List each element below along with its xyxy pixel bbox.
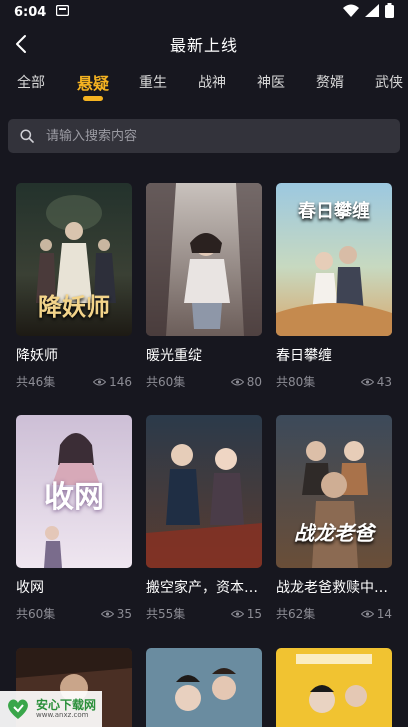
status-bar: 6:04 (0, 0, 408, 24)
eye-icon (93, 378, 107, 385)
drama-meta: 共60集 80 (146, 373, 262, 390)
drama-card[interactable]: 暖光重绽 共60集 80 (146, 183, 262, 415)
header: 最新上线 (0, 24, 408, 64)
drama-card[interactable]: 收网 收网 共60集 35 (16, 415, 132, 647)
tab-suspense[interactable]: 悬疑 (75, 64, 111, 101)
tab-divine-doctor[interactable]: 神医 (256, 64, 286, 92)
drama-meta: 共46集 146 (16, 373, 132, 390)
watermark-title: 安心下载网 (36, 697, 97, 712)
episode-count: 共46集 (16, 375, 56, 389)
search-input[interactable] (44, 127, 368, 145)
episode-count: 共60集 (146, 375, 186, 389)
eye-icon (100, 610, 114, 617)
poster-title-art: 春日攀缠 (298, 201, 370, 222)
drama-card[interactable]: 战龙老爸 战龙老爸救赎中… 共62集 14 (276, 415, 392, 647)
view-count-value: 35 (116, 606, 132, 621)
category-tabs: 全部 悬疑 重生 战神 神医 赘婿 武侠 (0, 64, 408, 106)
view-count: 14 (360, 606, 392, 621)
tab-rebirth[interactable]: 重生 (138, 64, 168, 92)
tab-war-god[interactable]: 战神 (197, 64, 227, 92)
drama-meta: 共55集 15 (146, 605, 262, 622)
drama-title: 春日攀缠 (276, 348, 332, 364)
poster-title-art: 收网 (44, 480, 104, 515)
drama-meta: 共60集 35 (16, 605, 132, 622)
drama-card[interactable]: 春日攀缠 春日攀缠 共80集 43 (276, 183, 392, 415)
page-title: 最新上线 (169, 36, 238, 55)
view-count-value: 43 (376, 374, 392, 389)
tab-martial-arts[interactable]: 武侠 (374, 64, 404, 92)
view-count-value: 14 (376, 606, 392, 621)
eye-icon (230, 610, 244, 617)
drama-poster[interactable] (276, 648, 392, 727)
drama-grid: 降妖师 降妖师 共46集 146 暖光重绽 共60集 80 春日攀缠 春日攀缠 … (16, 183, 396, 647)
tab-all[interactable]: 全部 (16, 64, 46, 92)
view-count: 80 (230, 374, 262, 389)
drama-poster[interactable]: 降妖师 (16, 183, 132, 336)
watermark-url: www.anxz.com (36, 710, 89, 719)
drama-poster[interactable] (146, 648, 262, 727)
signal-icon (365, 3, 379, 21)
drama-poster[interactable]: 收网 (16, 415, 132, 568)
view-count-value: 80 (246, 374, 262, 389)
eye-icon (230, 378, 244, 385)
drama-poster[interactable]: 春日攀缠 (276, 183, 392, 336)
view-count: 43 (360, 374, 392, 389)
view-count: 15 (230, 606, 262, 621)
drama-meta: 共62集 14 (276, 605, 392, 622)
eye-icon (360, 378, 374, 385)
search-icon (20, 129, 34, 143)
drama-meta: 共80集 43 (276, 373, 392, 390)
search-bar[interactable] (8, 119, 400, 153)
episode-count: 共55集 (146, 607, 186, 621)
view-count-value: 15 (246, 606, 262, 621)
episode-count: 共80集 (276, 375, 316, 389)
status-time: 6:04 (14, 4, 47, 20)
back-button[interactable] (8, 30, 34, 58)
poster-title-art: 降妖师 (38, 292, 110, 321)
poster-title-art: 战龙老爸 (294, 521, 374, 545)
notification-icon (56, 4, 70, 20)
view-count: 35 (100, 606, 132, 621)
wifi-icon (343, 4, 359, 21)
eye-icon (360, 610, 374, 617)
drama-card[interactable]: 搬空家产，资本… 共55集 15 (146, 415, 262, 647)
drama-poster[interactable]: 战龙老爸 (276, 415, 392, 568)
drama-title: 收网 (16, 580, 44, 596)
watermark-logo-icon (8, 699, 28, 719)
battery-icon (385, 2, 394, 22)
drama-title: 搬空家产，资本… (146, 580, 258, 596)
site-watermark: 安心下载网 www.anxz.com (0, 691, 102, 727)
chevron-left-icon (16, 35, 26, 53)
drama-poster[interactable] (146, 183, 262, 336)
episode-count: 共62集 (276, 607, 316, 621)
view-count-value: 146 (109, 374, 132, 389)
drama-title: 战龙老爸救赎中… (276, 580, 388, 596)
tab-son-in-law[interactable]: 赘婿 (315, 64, 345, 92)
view-count: 146 (93, 375, 132, 389)
drama-card[interactable]: 降妖师 降妖师 共46集 146 (16, 183, 132, 415)
episode-count: 共60集 (16, 607, 56, 621)
drama-poster[interactable] (146, 415, 262, 568)
drama-title: 降妖师 (16, 348, 58, 364)
drama-title: 暖光重绽 (146, 348, 202, 364)
